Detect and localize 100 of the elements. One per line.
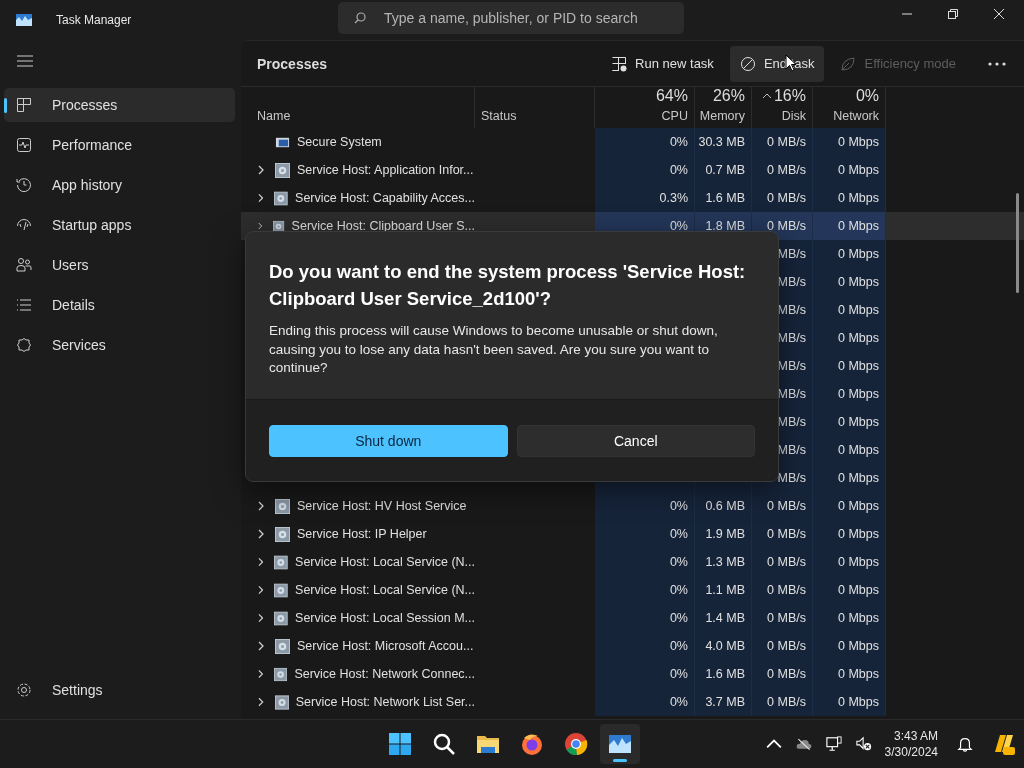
- column-label: Memory: [699, 109, 745, 123]
- expand-chevron-icon[interactable]: [258, 165, 264, 175]
- process-name: Service Host: Network List Ser...: [295, 695, 475, 709]
- speaker-muted-icon[interactable]: [855, 736, 872, 752]
- sidebar-item[interactable]: Users: [4, 248, 235, 282]
- table-cell: 0 Mbps: [813, 240, 886, 268]
- table-cell: 0 MB/s: [752, 688, 813, 716]
- table-cell: 1.6 MB: [695, 184, 752, 212]
- settings-icon: [16, 682, 32, 698]
- dialog-message: Ending this process will cause Windows to become unusable or shut down, causing you to lose any data hasn't been saved. Are you sure you want to continue?: [269, 322, 719, 377]
- table-cell: 0 MB/s: [752, 492, 813, 520]
- table-cell: 0 Mbps: [813, 464, 886, 492]
- table-cell: 0 Mbps: [813, 268, 886, 296]
- service-gear-icon: [274, 554, 289, 570]
- search-field[interactable]: Type a name, publisher, or PID to search: [338, 2, 684, 34]
- column-label: Disk: [781, 109, 806, 123]
- table-cell: 0 Mbps: [813, 296, 886, 324]
- table-cell: 0 MB/s: [752, 128, 813, 156]
- table-cell: 1.9 MB: [695, 520, 752, 548]
- table-cell: 0 Mbps: [813, 520, 886, 548]
- sidebar-item[interactable]: App history: [4, 168, 235, 202]
- sidebar-item[interactable]: Processes: [4, 88, 235, 122]
- table-cell: 0 Mbps: [813, 604, 886, 632]
- process-name: Service Host: Local Session M...: [295, 611, 475, 625]
- table-cell: 0%: [595, 660, 695, 688]
- table-cell: 0.3%: [595, 184, 695, 212]
- table-cell: 0 Mbps: [813, 156, 886, 184]
- expand-chevron-icon[interactable]: [258, 193, 264, 203]
- table-cell: 0 Mbps: [813, 408, 886, 436]
- service-gear-icon: [275, 638, 290, 654]
- column-usage: 0%: [855, 87, 879, 105]
- cancel-button[interactable]: Cancel: [516, 424, 755, 457]
- table-cell: 0 MB/s: [752, 632, 813, 660]
- table-cell: 30.3 MB: [695, 128, 752, 156]
- expand-chevron-icon[interactable]: [258, 221, 263, 231]
- windows-logo-icon: [388, 732, 412, 756]
- restore-icon[interactable]: [948, 9, 958, 19]
- column-header[interactable]: Name: [241, 87, 475, 128]
- page-title: Processes: [257, 55, 328, 72]
- table-cell: 0.7 MB: [695, 156, 752, 184]
- expand-chevron-icon[interactable]: [258, 697, 264, 707]
- more-icon[interactable]: [988, 61, 1006, 66]
- column-header[interactable]: Status: [475, 87, 595, 128]
- expand-chevron-icon[interactable]: [258, 641, 264, 651]
- table-cell: 0 Mbps: [813, 324, 886, 352]
- app-icon: [16, 14, 32, 26]
- menu-icon[interactable]: [17, 55, 33, 67]
- table-cell: 0 Mbps: [813, 128, 886, 156]
- task-manager-icon: [608, 732, 632, 756]
- table-cell: 3.7 MB: [695, 688, 752, 716]
- list-icon: [16, 297, 32, 313]
- cloud-off-icon[interactable]: [795, 736, 812, 752]
- settings-item[interactable]: Settings: [4, 673, 235, 707]
- sidebar-item[interactable]: Details: [4, 288, 235, 322]
- table-cell: 0%: [595, 156, 695, 184]
- table-cell: 0 Mbps: [813, 548, 886, 576]
- table-cell: 0%: [595, 548, 695, 576]
- close-icon[interactable]: [994, 9, 1004, 19]
- table-cell: 0 MB/s: [752, 184, 813, 212]
- table-cell: 0.6 MB: [695, 492, 752, 520]
- expand-chevron-icon[interactable]: [258, 585, 264, 595]
- task-manager-button[interactable]: [600, 724, 640, 764]
- column-label: CPU: [661, 109, 688, 123]
- table-cell: 0 Mbps: [813, 352, 886, 380]
- table-cell: 0%: [595, 576, 695, 604]
- clock[interactable]: 3:43 AM 3/30/2024: [884, 728, 938, 760]
- column-label: Status: [481, 109, 517, 123]
- table-cell: 0 Mbps: [813, 576, 886, 604]
- table-cell: 0%: [595, 604, 695, 632]
- sort-caret-icon: [762, 93, 772, 99]
- table-cell: 0 Mbps: [813, 492, 886, 520]
- process-name: Service Host: HV Host Service: [297, 499, 467, 513]
- table-cell: 0 MB/s: [752, 548, 813, 576]
- users-icon: [16, 257, 32, 273]
- expand-chevron-icon[interactable]: [258, 529, 264, 539]
- copilot-icon[interactable]: [992, 732, 1016, 756]
- process-name: Service Host: IP Helper: [297, 527, 427, 541]
- expand-chevron-icon[interactable]: [258, 557, 264, 567]
- sidebar-item[interactable]: Startup apps: [4, 208, 235, 242]
- service-gear-icon: [274, 190, 289, 206]
- sidebar-item[interactable]: Services: [4, 328, 235, 362]
- service-gear-icon: [275, 526, 290, 542]
- table-cell: 1.3 MB: [695, 548, 752, 576]
- run-new-task-button[interactable]: Run new task: [601, 45, 724, 82]
- pulse-icon: [16, 137, 32, 153]
- expand-chevron-icon[interactable]: [258, 613, 264, 623]
- table-cell: 0 Mbps: [813, 184, 886, 212]
- table-cell: 0 Mbps: [813, 660, 886, 688]
- table-cell: 1.4 MB: [695, 604, 752, 632]
- sidebar-item[interactable]: Performance: [4, 128, 235, 162]
- bell-icon[interactable]: [957, 736, 973, 752]
- column-usage: 64%: [655, 87, 688, 105]
- table-cell: 0 Mbps: [813, 212, 886, 240]
- expand-chevron-icon[interactable]: [258, 669, 264, 679]
- shut-down-button[interactable]: Shut down: [269, 424, 508, 457]
- expand-chevron-icon[interactable]: [258, 501, 264, 511]
- column-usage: 16%: [773, 87, 806, 105]
- leaf-icon: [840, 55, 857, 72]
- scrollbar[interactable]: [1016, 193, 1019, 293]
- network-icon[interactable]: [825, 736, 842, 752]
